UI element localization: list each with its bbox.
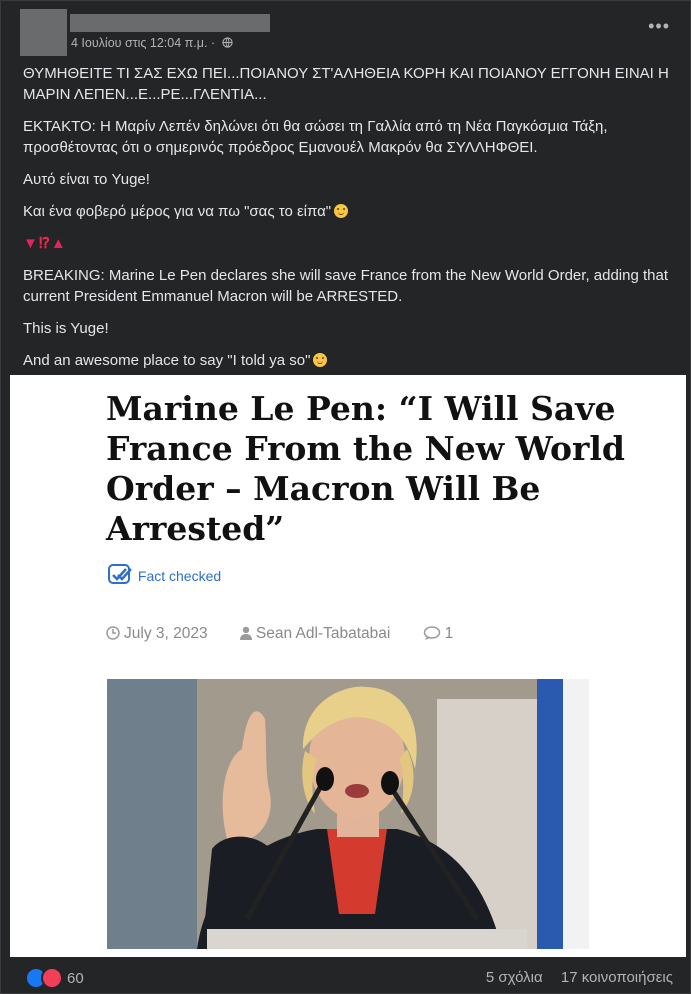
check-icon [108, 564, 132, 584]
article-byline: July 3, 2023 Sean Adl-Tabatabai 1 [106, 625, 481, 643]
comments-count-link[interactable]: 5 σχόλια [486, 969, 543, 986]
clock-icon [106, 626, 120, 640]
emoji-marks: ▼⁉▲ [23, 233, 673, 254]
post-timestamp[interactable]: 4 Ιουλίου στις 12:04 π.μ. [71, 36, 207, 50]
more-options-icon[interactable]: ••• [648, 17, 670, 35]
article-author: Sean Adl-Tabatabai [239, 625, 409, 642]
user-icon [239, 626, 252, 640]
post-text: ΘΥΜΗΘΕΙΤΕ ΤΙ ΣΑΣ ΕΧΩ ΠΕΙ...ΠΟΙΑΝΟΥ ΣΤ'ΑΛ… [23, 63, 673, 414]
globe-icon [221, 37, 233, 48]
reaction-count: 60 [67, 969, 84, 987]
article-photo [107, 679, 589, 949]
shared-article-image[interactable]: Marine Le Pen: “I Will Save France From … [10, 375, 686, 957]
fact-checked-badge: Fact checked [108, 563, 221, 585]
article-comments: 1 [423, 625, 468, 642]
post-paragraph: Και ένα φοβερό μέρος για να πω "σας το ε… [23, 203, 332, 220]
comment-icon [423, 626, 440, 640]
red-triangle-up-icon: ▲ [50, 235, 67, 252]
post-paragraph: ΕΚΤΑΚΤΟ: Η Μαρίν Λεπέν δηλώνει ότι θα σώ… [23, 118, 608, 156]
article-headline: Marine Le Pen: “I Will Save France From … [106, 389, 625, 548]
post-stats: 5 σχόλια 17 κοινοποιήσεις [472, 969, 673, 986]
interrobang-mark: ⁉ [38, 235, 51, 252]
post-paragraph: And an awesome place to say "I told ya s… [23, 352, 311, 369]
post-paragraph: This is Yuge! [23, 320, 109, 337]
article-comments-count: 1 [444, 625, 454, 642]
reactions-summary[interactable]: 60 [25, 967, 84, 989]
author-name-redacted[interactable] [70, 14, 270, 32]
red-triangle-down-icon: ▼ [23, 235, 39, 252]
post-meta: 4 Ιουλίου στις 12:04 π.μ. · [71, 36, 233, 50]
post-header: 4 Ιουλίου στις 12:04 π.μ. · ••• [20, 9, 680, 57]
post-paragraph: Αυτό είναι το Yuge! [23, 171, 150, 188]
post-paragraph: ΘΥΜΗΘΕΙΤΕ ΤΙ ΣΑΣ ΕΧΩ ΠΕΙ...ΠΟΙΑΝΟΥ ΣΤ'ΑΛ… [23, 65, 669, 103]
shares-count-link[interactable]: 17 κοινοποιήσεις [561, 969, 673, 986]
post-paragraph-with-emoji: Και ένα φοβερό μέρος για να πω "σας το ε… [23, 201, 673, 222]
post-card: 4 Ιουλίου στις 12:04 π.μ. · ••• ΘΥΜΗΘΕΙΤ… [0, 0, 691, 994]
fact-checked-label: Fact checked [137, 568, 222, 584]
article-author-text: Sean Adl-Tabatabai [255, 625, 391, 642]
smirk-emoji-icon [313, 353, 328, 367]
post-footer: 60 5 σχόλια 17 κοινοποιήσεις [25, 963, 673, 991]
love-reaction-icon [41, 967, 63, 989]
avatar[interactable] [20, 9, 67, 56]
speaker-photo [107, 679, 589, 949]
post-paragraph: BREAKING: Marine Le Pen declares she wil… [23, 267, 669, 305]
article-date: July 3, 2023 [106, 625, 226, 642]
article-date-text: July 3, 2023 [124, 625, 208, 642]
smirk-emoji-icon [334, 204, 349, 218]
post-paragraph-with-emoji: And an awesome place to say "I told ya s… [23, 350, 673, 371]
